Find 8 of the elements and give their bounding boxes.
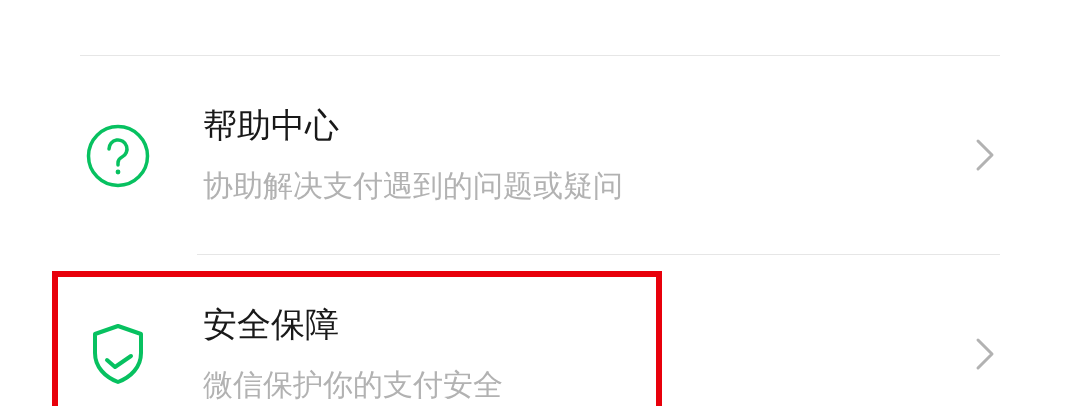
help-icon: [86, 123, 150, 188]
item-title: 帮助中心: [203, 104, 340, 147]
item-title: 安全保障: [203, 303, 340, 346]
item-subtitle: 协助解决支付遇到的问题或疑问: [203, 167, 624, 205]
shield-check-icon: [92, 323, 144, 385]
chevron-right-icon[interactable]: [975, 336, 995, 371]
item-subtitle: 微信保护你的支付安全: [203, 366, 504, 404]
chevron-right-icon[interactable]: [975, 137, 995, 172]
